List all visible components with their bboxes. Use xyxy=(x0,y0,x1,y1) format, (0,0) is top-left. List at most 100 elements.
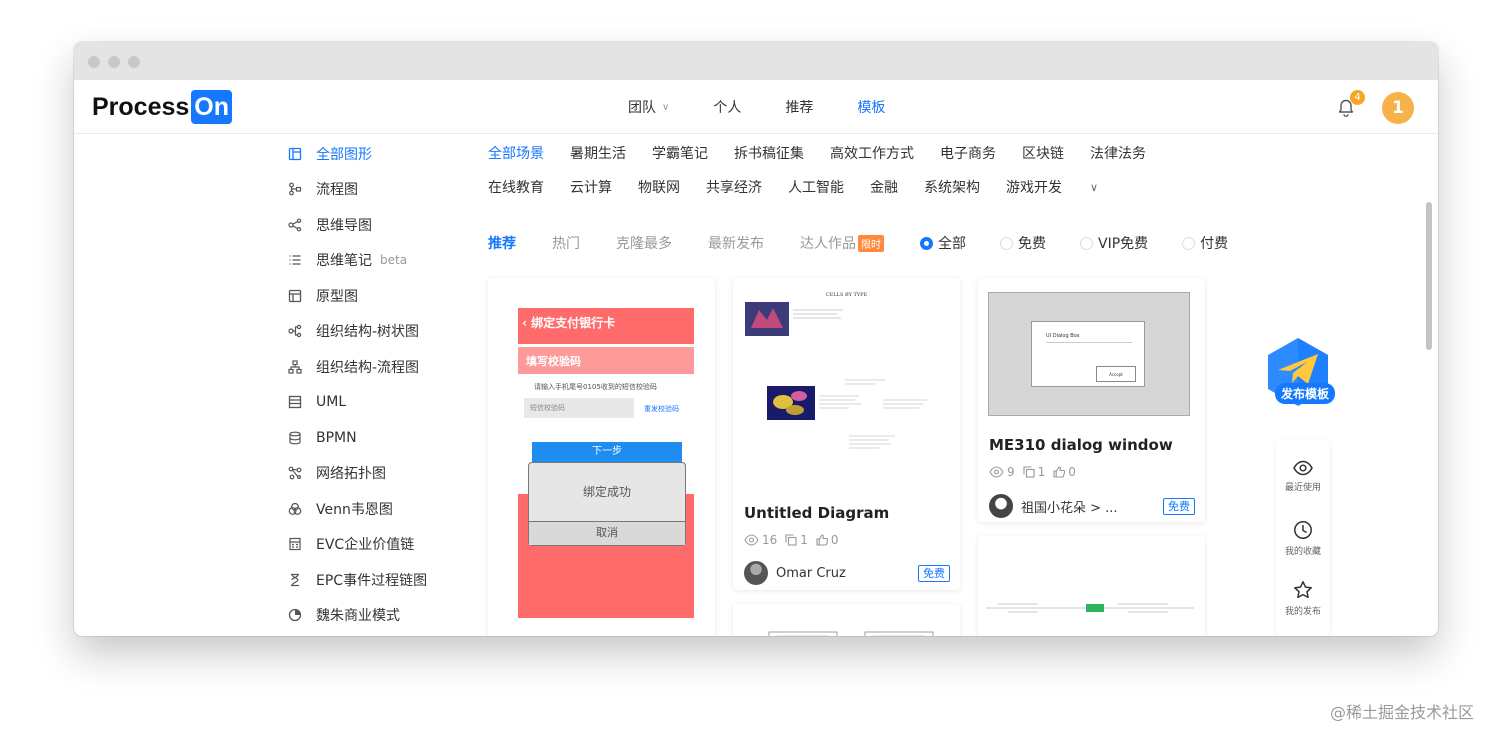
sidebar-label: 组织结构-树状图 xyxy=(316,324,420,341)
sidebar-item-all[interactable]: 全部图形 xyxy=(280,136,470,172)
mindmap-icon xyxy=(288,218,302,232)
scene-efficient-work[interactable]: 高效工作方式 xyxy=(830,143,914,163)
likes-stat: 0 xyxy=(816,533,839,547)
radio-label: 全部 xyxy=(938,236,966,252)
business-model-icon xyxy=(288,608,302,622)
scene-summer[interactable]: 暑期生活 xyxy=(570,143,626,163)
template-card-1[interactable]: ‹ 绑定支付银行卡 填写校验码 请输入手机尾号0105收到的短信校验码 短信校验… xyxy=(488,278,715,636)
template-card-2[interactable]: CELLS BY TYPE Untitled Diagram 16 1 0 Om… xyxy=(733,278,960,590)
tab-recommend[interactable]: 推荐 xyxy=(488,233,516,253)
scene-filter: 全部场景 暑期生活 学霸笔记 拆书稿征集 高效工作方式 电子商务 区块链 法律法… xyxy=(488,136,1188,204)
org-tree-icon xyxy=(288,324,302,338)
tab-newest[interactable]: 最新发布 xyxy=(708,233,764,253)
sidebar-item-notes[interactable]: 思维笔记 beta xyxy=(280,243,470,279)
maximize-dot[interactable] xyxy=(128,56,140,68)
scene-system-architecture[interactable]: 系统架构 xyxy=(924,177,980,197)
scene-iot[interactable]: 物联网 xyxy=(638,177,680,197)
logo-badge: On xyxy=(191,90,233,124)
sidebar-item-venn[interactable]: Venn韦恩图 xyxy=(280,491,470,527)
recently-used-button[interactable]: 最近使用 xyxy=(1276,460,1330,493)
sidebar-item-org-tree[interactable]: 组织结构-树状图 xyxy=(280,314,470,350)
free-tag: 免费 xyxy=(918,565,950,582)
phone-dialog-cancel: 取消 xyxy=(529,521,685,545)
publish-template-button[interactable]: 发布模板 xyxy=(1275,383,1336,404)
price-vip-free-radio[interactable]: VIP免费 xyxy=(1080,233,1148,253)
sidebar-item-org-flow[interactable]: 组织结构-流程图 xyxy=(280,349,470,385)
thumbs-up-icon xyxy=(816,534,828,546)
dialog-preview-divider xyxy=(1046,342,1132,343)
tab-expert-works[interactable]: 达人作品 限时 xyxy=(800,233,884,253)
nav-team[interactable]: 团队 ∨ xyxy=(628,97,669,117)
scene-ai[interactable]: 人工智能 xyxy=(788,177,844,197)
views-stat: 9 xyxy=(989,465,1015,479)
sidebar-item-prototype[interactable]: 原型图 xyxy=(280,278,470,314)
nav-templates-label: 模板 xyxy=(857,100,886,116)
sidebar-item-evc[interactable]: EVC企业价值链 xyxy=(280,527,470,563)
card-author[interactable]: Omar Cruz xyxy=(744,561,846,585)
scrollbar-thumb[interactable] xyxy=(1426,202,1432,350)
card-author[interactable]: 祖国小花朵 > ... xyxy=(989,494,1118,518)
scene-all[interactable]: 全部场景 xyxy=(488,143,544,163)
processon-logo[interactable]: Process On xyxy=(92,89,233,125)
template-card-5[interactable] xyxy=(733,604,960,636)
scene-cloud[interactable]: 云计算 xyxy=(570,177,612,197)
minimize-dot[interactable] xyxy=(108,56,120,68)
scene-blockchain[interactable]: 区块链 xyxy=(1022,143,1064,163)
main-nav: 团队 ∨ 个人 推荐 模板 xyxy=(628,80,929,134)
sidebar-item-bpmn[interactable]: BPMN xyxy=(280,420,470,456)
chevron-down-icon[interactable]: ∨ xyxy=(1090,181,1098,194)
phone-header-text: 绑定支付银行卡 xyxy=(531,316,616,330)
scene-study-notes[interactable]: 学霸笔记 xyxy=(652,143,708,163)
sidebar-item-business-model[interactable]: 魏朱商业模式 xyxy=(280,598,470,634)
nav-templates[interactable]: 模板 xyxy=(857,97,885,117)
sidebar-item-flowchart[interactable]: 流程图 xyxy=(280,172,470,208)
user-avatar[interactable]: 1 xyxy=(1382,92,1414,124)
my-favorites-button[interactable]: 我的收藏 xyxy=(1276,520,1330,557)
network-icon xyxy=(288,466,302,480)
all-shapes-icon xyxy=(288,147,302,161)
sidebar-label: 原型图 xyxy=(316,288,358,305)
price-free-radio[interactable]: 免费 xyxy=(1000,233,1046,253)
scene-finance[interactable]: 金融 xyxy=(870,177,898,197)
card-thumbnail xyxy=(768,631,934,636)
author-name: Omar Cruz xyxy=(776,565,846,581)
card-title[interactable]: Untitled Diagram xyxy=(744,504,889,522)
views-count: 16 xyxy=(762,533,778,547)
scene-sharing-economy[interactable]: 共享经济 xyxy=(706,177,762,197)
sort-filter-bar: 推荐 热门 克隆最多 最新发布 达人作品 限时 全部 免费 VIP免费 付费 xyxy=(488,230,1248,256)
radio-label: VIP免费 xyxy=(1098,236,1149,252)
sidebar-item-network[interactable]: 网络拓扑图 xyxy=(280,456,470,492)
phone-header: ‹ 绑定支付银行卡 xyxy=(522,314,692,331)
radio-label: 免费 xyxy=(1018,236,1046,252)
phone-code-input: 短信校验码 xyxy=(524,398,634,418)
dialog-preview: UI Dialog Box Accept xyxy=(1031,321,1145,387)
tab-most-cloned[interactable]: 克隆最多 xyxy=(616,233,672,253)
watermark-text: @稀土掘金技术社区 xyxy=(1330,703,1475,722)
card-thumbnail xyxy=(986,603,1194,613)
close-dot[interactable] xyxy=(88,56,100,68)
sidebar-label: 魏朱商业模式 xyxy=(316,608,400,625)
scene-game-dev[interactable]: 游戏开发 xyxy=(1006,177,1062,197)
card-title[interactable]: ME310 dialog window xyxy=(989,436,1173,454)
scene-online-education[interactable]: 在线教育 xyxy=(488,177,544,197)
nav-personal[interactable]: 个人 xyxy=(713,97,741,117)
sidebar-item-uml[interactable]: UML xyxy=(280,385,470,421)
sidebar-item-mindmap[interactable]: 思维导图 xyxy=(280,207,470,243)
my-published-button[interactable]: 我的发布 xyxy=(1276,580,1330,617)
price-paid-radio[interactable]: 付费 xyxy=(1182,233,1228,253)
copy-icon xyxy=(785,534,797,546)
sidebar-item-epc[interactable]: EPC事件过程链图 xyxy=(280,562,470,598)
scene-ecommerce[interactable]: 电子商务 xyxy=(940,143,996,163)
phone-dialog-message: 绑定成功 xyxy=(582,485,631,499)
scene-row-2: 在线教育 云计算 物联网 共享经济 人工智能 金融 系统架构 游戏开发 ∨ xyxy=(488,170,1188,204)
nav-recommend[interactable]: 推荐 xyxy=(785,97,813,117)
template-card-6[interactable] xyxy=(978,536,1205,636)
phone-resend-link: 重发校验码 xyxy=(644,405,679,413)
scene-book-review[interactable]: 拆书稿征集 xyxy=(734,143,804,163)
author-name: 祖国小花朵 > ... xyxy=(1021,500,1118,516)
template-card-3[interactable]: UI Dialog Box Accept ME310 dialog window… xyxy=(978,278,1205,522)
clones-stat: 1 xyxy=(1023,465,1045,479)
scene-legal[interactable]: 法律法务 xyxy=(1090,143,1146,163)
tab-hot[interactable]: 热门 xyxy=(552,233,580,253)
price-all-radio[interactable]: 全部 xyxy=(920,233,966,253)
